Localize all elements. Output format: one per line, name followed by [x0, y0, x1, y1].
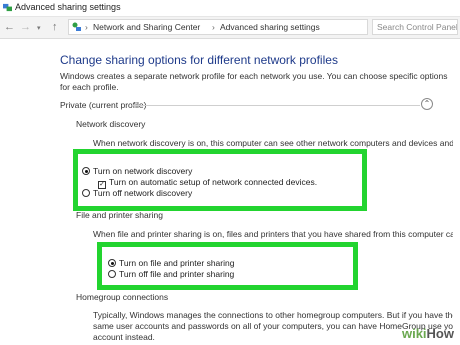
watermark-wiki: wiki [401, 326, 427, 341]
address-bar: ← → ▾ ↑ › Network and Sharing Center › A… [0, 17, 460, 39]
option-label: Turn on file and printer sharing [119, 258, 235, 268]
radio-turn-on-network-discovery[interactable]: Turn on network discovery [82, 166, 192, 176]
file-printer-sharing-description: When file and printer sharing is on, fil… [93, 229, 453, 239]
main-content: Change sharing options for different net… [0, 39, 460, 345]
homegroup-description-line: Typically, Windows manages the connectio… [93, 310, 453, 320]
option-label: Turn off network discovery [93, 188, 193, 198]
recent-locations-chevron-icon[interactable]: ▾ [37, 23, 41, 35]
breadcrumb-separator: › [85, 22, 88, 32]
wikihow-watermark: wikiHow [402, 326, 454, 341]
breadcrumb-advanced-sharing-settings[interactable]: Advanced sharing settings [220, 22, 320, 32]
radio-selected-icon [82, 167, 90, 175]
radio-turn-on-file-printer-sharing[interactable]: Turn on file and printer sharing [108, 258, 234, 268]
network-discovery-highlight: Turn on network discovery ✓ Turn on autom… [73, 149, 367, 211]
homegroup-description-line: same user accounts and passwords on all … [93, 321, 453, 331]
radio-unselected-icon [108, 270, 116, 278]
network-discovery-description: When network discovery is on, this compu… [93, 138, 453, 148]
network-icon [3, 3, 12, 12]
title-bar: Advanced sharing settings [0, 0, 460, 17]
radio-unselected-icon [82, 189, 90, 197]
profile-divider [132, 105, 420, 106]
page-title: Change sharing options for different net… [60, 53, 338, 67]
intro-text: Windows creates a separate network profi… [60, 71, 448, 92]
homegroup-connections-label: Homegroup connections [76, 292, 169, 302]
forward-arrow-icon[interactable]: → [20, 21, 31, 33]
file-printer-sharing-highlight: Turn on file and printer sharing Turn of… [97, 242, 358, 290]
option-label: Turn on automatic setup of network conne… [109, 177, 318, 187]
network-discovery-label: Network discovery [76, 119, 146, 129]
search-input[interactable]: Search Control Panel [372, 19, 458, 35]
collapse-chevron-icon[interactable]: ⌃ [421, 98, 433, 110]
homegroup-description-line: account instead. [93, 332, 155, 342]
option-label: Turn off file and printer sharing [119, 269, 235, 279]
radio-turn-off-file-printer-sharing[interactable]: Turn off file and printer sharing [108, 269, 234, 279]
breadcrumb[interactable]: › Network and Sharing Center › Advanced … [68, 19, 368, 35]
back-arrow-icon[interactable]: ← [4, 21, 15, 33]
option-label: Turn on network discovery [93, 166, 193, 176]
file-printer-sharing-label: File and printer sharing [76, 210, 163, 220]
watermark-how: How [426, 326, 454, 341]
radio-turn-off-network-discovery[interactable]: Turn off network discovery [82, 188, 192, 198]
window-title: Advanced sharing settings [15, 2, 121, 12]
radio-selected-icon [108, 259, 116, 267]
network-center-icon [72, 22, 81, 31]
up-arrow-icon[interactable]: ↑ [52, 21, 58, 33]
breadcrumb-network-and-sharing-center[interactable]: Network and Sharing Center [93, 22, 200, 32]
breadcrumb-separator: › [212, 22, 215, 32]
